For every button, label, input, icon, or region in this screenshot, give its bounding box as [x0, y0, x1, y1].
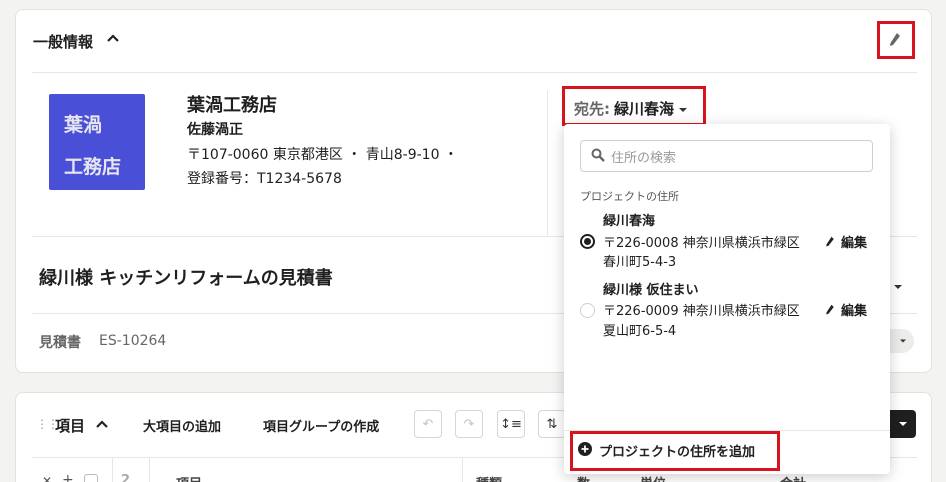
row-number: 2 [121, 473, 131, 482]
caret-down-icon [899, 422, 907, 426]
logo-text-line1: 葉渦 [64, 114, 103, 136]
address-edit-button[interactable]: 編集 [824, 232, 867, 251]
address-name: 緑川春海 [603, 214, 656, 229]
company-name: 葉渦工務店 [187, 95, 277, 116]
header-unit: 単位 [640, 473, 666, 482]
column-divider [462, 458, 463, 482]
sort-icon: ⇅ [546, 416, 558, 432]
header-total: 会計 [780, 473, 806, 482]
address-option[interactable]: 緑川春海 〒226-0008 神奈川県横浜市緑区 春川町5-4-3 編集 [564, 206, 890, 270]
divider [32, 72, 917, 73]
add-row-icon[interactable]: + [62, 472, 74, 482]
doc-label: 見積書 [39, 335, 81, 351]
address-radio-selected[interactable] [580, 234, 595, 249]
column-divider [149, 458, 150, 482]
address-option[interactable]: 緑川様 仮住まい 〒226-0009 神奈川県横浜市緑区 夏山町6-5-4 編集 [564, 276, 890, 340]
undo-button[interactable]: ↶ [414, 410, 442, 438]
create-item-group-button[interactable]: 項目グループの作成 [263, 416, 379, 435]
add-address-highlight [570, 431, 780, 471]
search-placeholder: 住所の検索 [611, 150, 677, 166]
project-title: 緑川様 キッチンリフォームの見積書 [39, 268, 333, 289]
address-name: 緑川様 仮住まい [603, 283, 699, 298]
items-title: 項目 [55, 417, 86, 435]
address-radio[interactable] [580, 303, 595, 318]
address-edit-button[interactable]: 編集 [824, 300, 867, 319]
address-dropdown: 住所の検索 プロジェクトの住所 緑川春海 〒226-0008 神奈川県横浜市緑区… [564, 124, 890, 474]
line-spacing-button[interactable]: ↕≡ [497, 410, 525, 438]
company-address: 〒107-0060 東京都港区 ・ 青山8-9-10 ・ [187, 147, 458, 163]
address-search-input[interactable]: 住所の検索 [580, 140, 873, 172]
doc-number: ES-10264 [99, 333, 167, 349]
logo-text-line2: 工務店 [64, 156, 122, 178]
pencil-icon [826, 236, 834, 246]
address-line1: 〒226-0008 神奈川県横浜市緑区 [603, 236, 800, 251]
chevron-up-icon[interactable] [105, 30, 121, 46]
add-major-item-button[interactable]: 大項目の追加 [143, 416, 221, 435]
vertical-divider [547, 90, 548, 236]
caret-down-icon[interactable] [893, 276, 903, 295]
header-quantity: 数 [577, 473, 590, 482]
column-divider [112, 458, 113, 482]
edit-highlight [877, 21, 915, 59]
undo-icon: ↶ [422, 416, 434, 432]
contact-person: 佐藤渦正 [187, 122, 243, 138]
address-line2: 春川町5-4-3 [603, 255, 677, 270]
search-icon [591, 147, 605, 166]
address-line1: 〒226-0009 神奈川県横浜市緑区 [603, 304, 800, 319]
redo-icon: ↷ [463, 416, 475, 432]
header-item: 項目 [176, 473, 202, 482]
pencil-icon [826, 304, 834, 314]
select-all-checkbox[interactable] [84, 474, 98, 482]
chevron-up-icon[interactable] [94, 416, 110, 432]
sort-button[interactable]: ⇅ [538, 410, 566, 438]
address-section-label: プロジェクトの住所 [580, 190, 679, 203]
recipient-highlight [562, 86, 706, 126]
section-title: 一般情報 [33, 33, 94, 51]
caret-down-icon [900, 339, 906, 343]
redo-button[interactable]: ↷ [455, 410, 483, 438]
edit-label: 編集 [841, 304, 868, 319]
address-line2: 夏山町6-5-4 [603, 324, 677, 339]
registration-number: 登録番号：T1234-5678 [187, 171, 342, 187]
line-spacing-icon: ↕≡ [500, 416, 522, 432]
company-logo: 葉渦 工務店 [49, 94, 145, 190]
edit-label: 編集 [841, 236, 868, 251]
collapse-icon[interactable]: ✕ [42, 474, 52, 482]
header-type: 種類 [476, 473, 502, 482]
